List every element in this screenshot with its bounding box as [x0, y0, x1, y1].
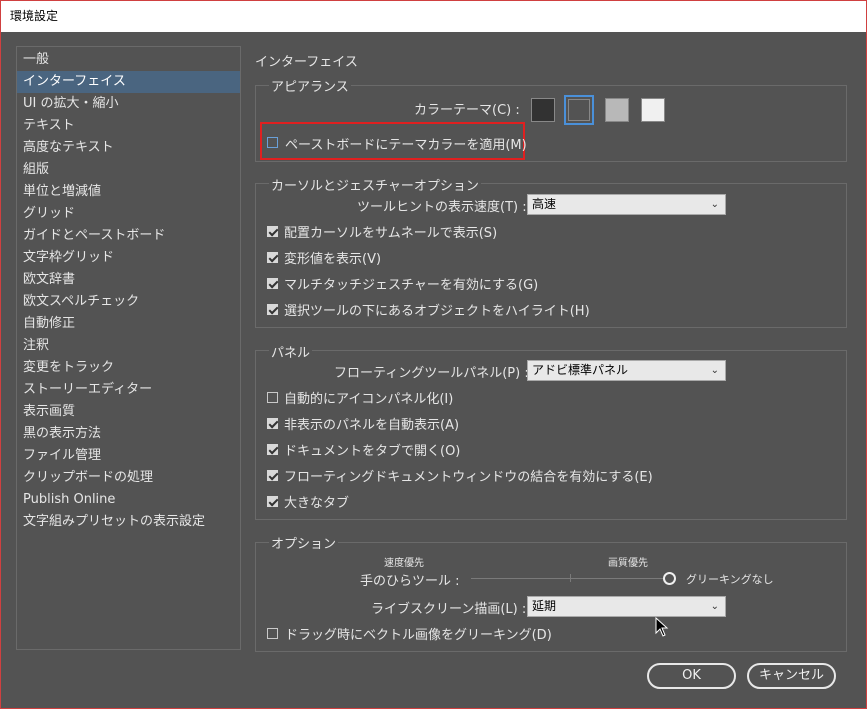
option-checkbox[interactable]: [267, 226, 278, 237]
sidebar-item[interactable]: 注釈: [17, 335, 240, 357]
pasteboard-theme-label: ペーストボードにテーマカラーを適用(M): [285, 138, 527, 153]
quality-priority-label: 画質優先: [608, 558, 648, 569]
chevron-down-icon: ⌄: [710, 601, 719, 612]
speed-priority-label: 速度優先: [384, 558, 424, 569]
sidebar-item[interactable]: 組版: [17, 159, 240, 181]
option-checkbox[interactable]: [267, 392, 278, 403]
chevron-down-icon: ⌄: [710, 199, 719, 210]
tooltip-speed-select[interactable]: 高速 ⌄: [527, 194, 726, 215]
option-label: ドキュメントをタブで開く(O): [284, 444, 461, 459]
option-label: 変形値を表示(V): [284, 252, 382, 267]
mouse-pointer-icon: [655, 617, 669, 637]
sidebar-item[interactable]: 単位と増減値: [17, 181, 240, 203]
sidebar-item[interactable]: 変更をトラック: [17, 357, 240, 379]
option-label: 大きなタブ: [284, 496, 350, 511]
theme-swatch-dark[interactable]: [531, 98, 555, 122]
sidebar-item[interactable]: 欧文スペルチェック: [17, 291, 240, 313]
window-title: 環境設定: [1, 1, 866, 32]
option-label: マルチタッチジェスチャーを有効にする(G): [284, 278, 539, 293]
option-checkbox[interactable]: [267, 252, 278, 263]
tooltip-speed-label: ツールヒントの表示速度(T) :: [357, 200, 527, 215]
options-legend: オプション: [269, 533, 339, 552]
cursor-gesture-legend: カーソルとジェスチャーオプション: [269, 175, 481, 194]
option-checkbox[interactable]: [267, 304, 278, 315]
theme-swatch-medium-dark[interactable]: [568, 99, 590, 121]
hand-tool-slider-tick: [570, 574, 571, 582]
drag-greeking-label: ドラッグ時にベクトル画像をグリーキング(D): [285, 628, 552, 643]
sidebar-item[interactable]: 欧文辞書: [17, 269, 240, 291]
floating-tools-label: フローティングツールパネル(P) :: [334, 366, 529, 381]
sidebar-item[interactable]: 一般: [17, 49, 240, 71]
live-draw-label: ライブスクリーン描画(L) :: [371, 602, 527, 617]
sidebar-item[interactable]: 黒の表示方法: [17, 423, 240, 445]
sidebar-item[interactable]: 文字枠グリッド: [17, 247, 240, 269]
option-label: 非表示のパネルを自動表示(A): [284, 418, 460, 433]
floating-tools-value: アドビ標準パネル: [532, 363, 629, 377]
sidebar-item[interactable]: 文字組みプリセットの表示設定: [17, 511, 240, 533]
preferences-dialog: 環境設定 一般 インターフェイス UI の拡大・縮小 テキスト 高度なテキスト 組版 単位と…: [0, 0, 867, 709]
theme-swatch-light[interactable]: [641, 98, 665, 122]
sidebar-item[interactable]: ガイドとペーストボード: [17, 225, 240, 247]
panels-legend: パネル: [269, 342, 313, 361]
sidebar-item[interactable]: Publish Online: [17, 489, 240, 511]
hand-tool-slider-thumb[interactable]: [663, 572, 676, 585]
option-label: 自動的にアイコンパネル化(I): [284, 392, 454, 407]
live-draw-select[interactable]: 延期 ⌄: [527, 596, 726, 617]
sidebar-item[interactable]: 高度なテキスト: [17, 137, 240, 159]
greeking-none-label: グリーキングなし: [686, 573, 774, 586]
option-checkbox[interactable]: [267, 496, 278, 507]
category-list: 一般 インターフェイス UI の拡大・縮小 テキスト 高度なテキスト 組版 単位と増減値 グリ…: [17, 47, 240, 533]
option-checkbox[interactable]: [267, 470, 278, 481]
option-checkbox[interactable]: [267, 444, 278, 455]
sidebar-item[interactable]: ストーリーエディター: [17, 379, 240, 401]
category-sidebar: 一般 インターフェイス UI の拡大・縮小 テキスト 高度なテキスト 組版 単位と増減値 グリ…: [16, 46, 241, 650]
chevron-down-icon: ⌄: [710, 365, 719, 376]
drag-greeking-checkbox[interactable]: [267, 628, 278, 639]
option-label: 選択ツールの下にあるオブジェクトをハイライト(H): [284, 304, 590, 319]
sidebar-item[interactable]: 表示画質: [17, 401, 240, 423]
tooltip-speed-value: 高速: [532, 197, 557, 211]
hand-tool-label: 手のひらツール :: [360, 574, 460, 589]
option-checkbox[interactable]: [267, 418, 278, 429]
pasteboard-theme-checkbox[interactable]: [267, 137, 278, 148]
sidebar-item[interactable]: UI の拡大・縮小: [17, 93, 240, 115]
cancel-button[interactable]: キャンセル: [747, 663, 836, 689]
sidebar-item[interactable]: グリッド: [17, 203, 240, 225]
option-label: フローティングドキュメントウィンドウの結合を有効にする(E): [284, 470, 653, 485]
theme-swatch-medium-light[interactable]: [605, 98, 629, 122]
sidebar-item[interactable]: テキスト: [17, 115, 240, 137]
floating-tools-select[interactable]: アドビ標準パネル ⌄: [527, 360, 726, 381]
appearance-legend: アピアランス: [269, 76, 351, 95]
live-draw-value: 延期: [532, 599, 557, 613]
sidebar-item[interactable]: ファイル管理: [17, 445, 240, 467]
sidebar-item[interactable]: 自動修正: [17, 313, 240, 335]
sidebar-item[interactable]: クリップボードの処理: [17, 467, 240, 489]
color-theme-label: カラーテーマ(C) :: [414, 103, 520, 118]
option-checkbox[interactable]: [267, 278, 278, 289]
sidebar-item[interactable]: インターフェイス: [17, 71, 240, 93]
ok-button[interactable]: OK: [647, 663, 736, 689]
option-label: 配置カーソルをサムネールで表示(S): [284, 226, 498, 241]
page-title: インターフェイス: [255, 55, 358, 70]
